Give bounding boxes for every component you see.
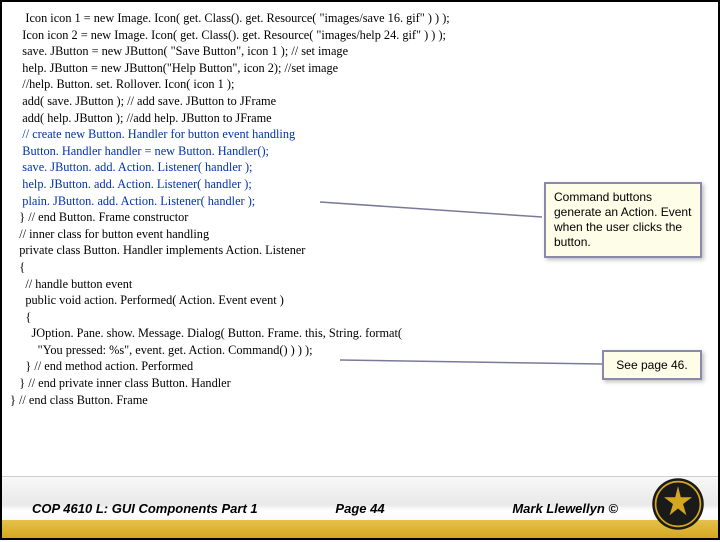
code-line: JOption. Pane. show. Message. Dialog( Bu…: [10, 325, 710, 342]
code-line: Icon icon 2 = new Image. Icon( get. Clas…: [10, 27, 710, 44]
code-comment: // create new Button. Handler for button…: [10, 126, 710, 143]
code-line: add( save. JButton ); // add save. JButt…: [10, 93, 710, 110]
code-line: {: [10, 259, 710, 276]
code-line: Icon icon 1 = new Image. Icon( get. Clas…: [10, 10, 710, 27]
code-comment: } // end class Button. Frame: [10, 392, 710, 409]
code-line: save. JButton = new JButton( "Save Butto…: [10, 43, 710, 60]
footer-author: Mark Llewellyn ©: [512, 501, 618, 516]
ucf-logo-icon: [650, 476, 706, 532]
code-line: //help. Button. set. Rollover. Icon( ico…: [10, 76, 710, 93]
code-line: save. JButton. add. Action. Listener( ha…: [10, 159, 710, 176]
callout-text: See page 46.: [616, 358, 687, 372]
footer: COP 4610 L: GUI Components Part 1 Page 4…: [2, 476, 718, 538]
code-line: public void action. Performed( Action. E…: [10, 292, 710, 309]
slide: Icon icon 1 = new Image. Icon( get. Clas…: [0, 0, 720, 540]
code-comment: // handle button event: [10, 276, 710, 293]
code-line: add( help. JButton ); //add help. JButto…: [10, 110, 710, 127]
code-line: help. JButton = new JButton("Help Button…: [10, 60, 710, 77]
footer-page: Page 44: [335, 501, 384, 516]
callout-action-event: Command buttons generate an Action. Even…: [544, 182, 702, 258]
code-line: Button. Handler handler = new Button. Ha…: [10, 143, 710, 160]
footer-gold-bar: [2, 520, 718, 538]
callout-text: Command buttons generate an Action. Even…: [554, 190, 691, 249]
callout-see-page: See page 46.: [602, 350, 702, 380]
footer-title: COP 4610 L: GUI Components Part 1: [32, 501, 258, 516]
code-line: {: [10, 309, 710, 326]
